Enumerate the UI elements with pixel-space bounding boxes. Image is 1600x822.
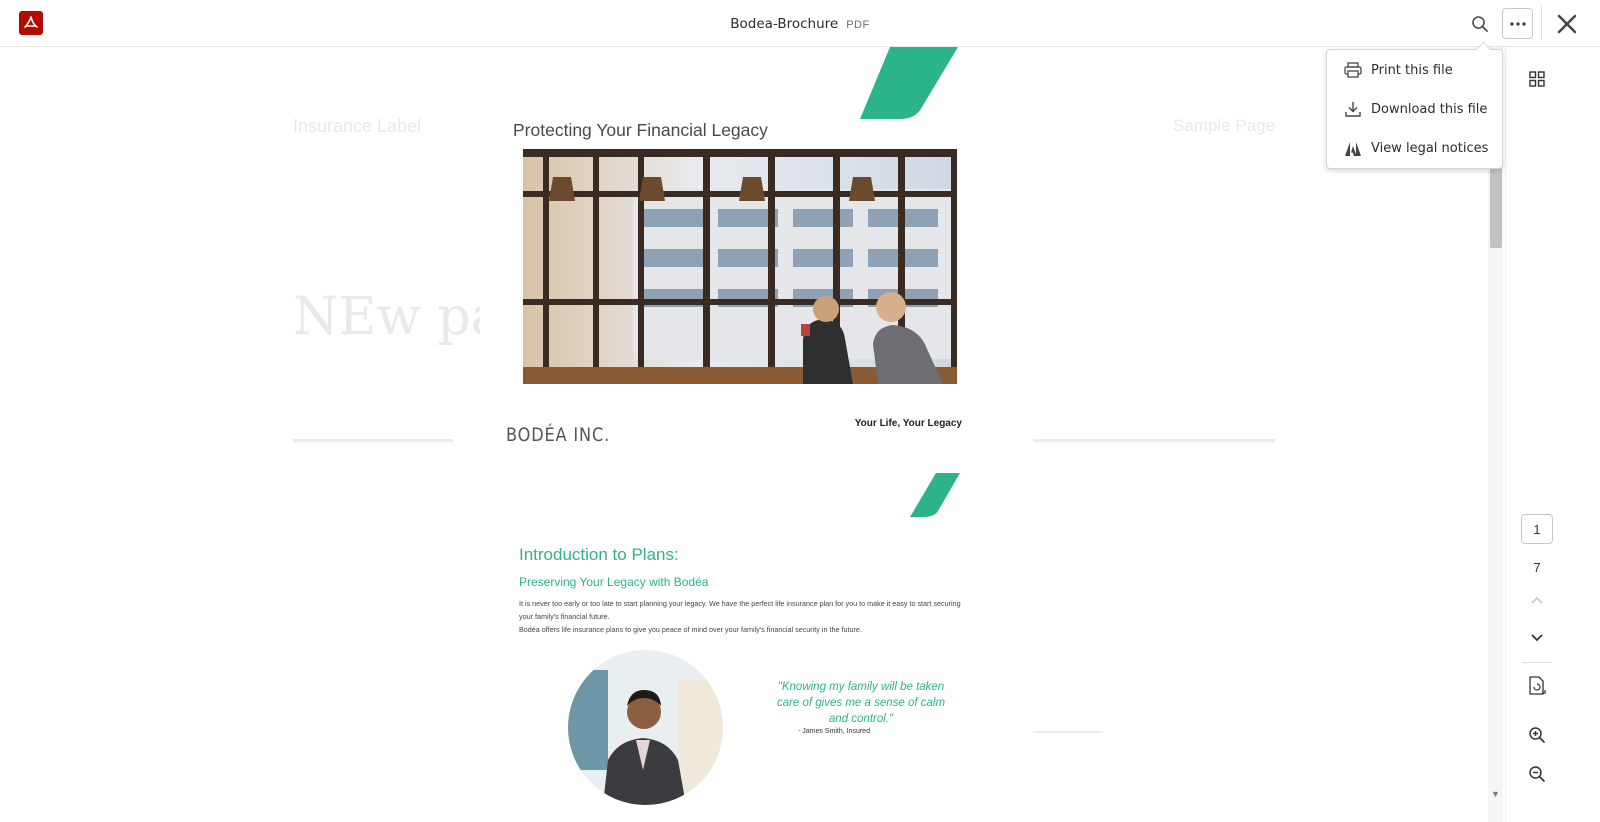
background-page-header-left: Insurance Label xyxy=(293,116,422,136)
menu-item-print[interactable]: Print this file xyxy=(1327,51,1502,89)
testimonial-quote: "Knowing my family will be taken care of… xyxy=(776,681,946,725)
printer-icon xyxy=(1343,60,1363,80)
top-bar: Bodea-Brochure PDF xyxy=(0,0,1600,47)
search-button[interactable] xyxy=(1464,8,1495,39)
page-tagline: Your Life, Your Legacy xyxy=(854,418,962,429)
page-display-button[interactable] xyxy=(1521,670,1553,702)
more-options-icon xyxy=(1509,21,1526,26)
download-icon xyxy=(1343,99,1363,119)
current-page-input[interactable]: 1 xyxy=(1521,514,1553,544)
pdf-page: Protecting Your Financial Legacy BODÉA I… xyxy=(480,47,1008,822)
testimonial-attribution: - James Smith, Insured xyxy=(798,728,870,735)
file-type-badge: PDF xyxy=(846,19,870,31)
thumbnails-button[interactable] xyxy=(1521,63,1553,95)
intro-subtitle: Preserving Your Legacy with Bodéa xyxy=(519,575,709,589)
intro-title: Introduction to Plans: xyxy=(519,545,679,564)
bodea-logo: BODÉA INC. xyxy=(506,424,611,446)
menu-item-legal[interactable]: View legal notices xyxy=(1327,129,1502,167)
toolbar-divider xyxy=(1541,6,1542,40)
chevron-down-icon xyxy=(1531,634,1543,642)
menu-item-label: View legal notices xyxy=(1371,140,1489,156)
intro-paragraph-2: Bodéa offers life insurance plans to giv… xyxy=(519,625,862,634)
grid-icon xyxy=(1529,71,1545,87)
menu-item-download[interactable]: Download this file xyxy=(1327,90,1502,128)
document-title: Bodea-Brochure PDF xyxy=(0,15,1600,32)
document-rotate-icon xyxy=(1529,676,1546,695)
zoom-in-button[interactable] xyxy=(1521,719,1553,751)
menu-item-label: Download this file xyxy=(1371,101,1488,117)
scroll-down-arrow-icon[interactable]: ▼ xyxy=(1488,789,1503,801)
background-page-title: NEw pa xyxy=(293,287,502,347)
intro-body: It is never too early or too late to sta… xyxy=(519,597,969,636)
background-page-rule-left xyxy=(293,439,453,442)
total-pages: 7 xyxy=(1533,560,1541,575)
office-photo xyxy=(523,149,957,384)
intro-paragraph-1: It is never too early or too late to sta… xyxy=(519,599,961,621)
zoom-out-button[interactable] xyxy=(1521,758,1553,790)
background-page-rule-right xyxy=(1033,439,1275,442)
more-options-menu: Print this file Download this file View … xyxy=(1326,49,1503,169)
next-page-button[interactable] xyxy=(1521,622,1553,654)
zoom-out-icon xyxy=(1529,766,1545,782)
search-icon xyxy=(1471,15,1488,32)
background-page-rule-bottom xyxy=(1033,731,1103,733)
rail-divider xyxy=(1522,662,1552,663)
zoom-in-icon xyxy=(1529,727,1545,743)
chevron-up-icon xyxy=(1531,596,1543,604)
close-icon xyxy=(1557,14,1576,33)
adobe-icon xyxy=(1343,138,1363,158)
scrollbar-thumb[interactable] xyxy=(1490,168,1502,248)
customer-portrait xyxy=(568,650,723,805)
document-name: Bodea-Brochure xyxy=(730,16,839,32)
page-heading: Protecting Your Financial Legacy xyxy=(513,120,768,140)
menu-item-label: Print this file xyxy=(1371,62,1453,78)
green-accent-shape-mid xyxy=(910,473,960,517)
more-options-button[interactable] xyxy=(1502,8,1533,39)
previous-page-button[interactable] xyxy=(1521,584,1553,616)
background-page-header-right: Sample Page xyxy=(1173,116,1276,135)
green-accent-shape-top xyxy=(860,47,958,119)
right-tool-rail xyxy=(1505,47,1600,822)
close-button[interactable] xyxy=(1551,8,1582,39)
